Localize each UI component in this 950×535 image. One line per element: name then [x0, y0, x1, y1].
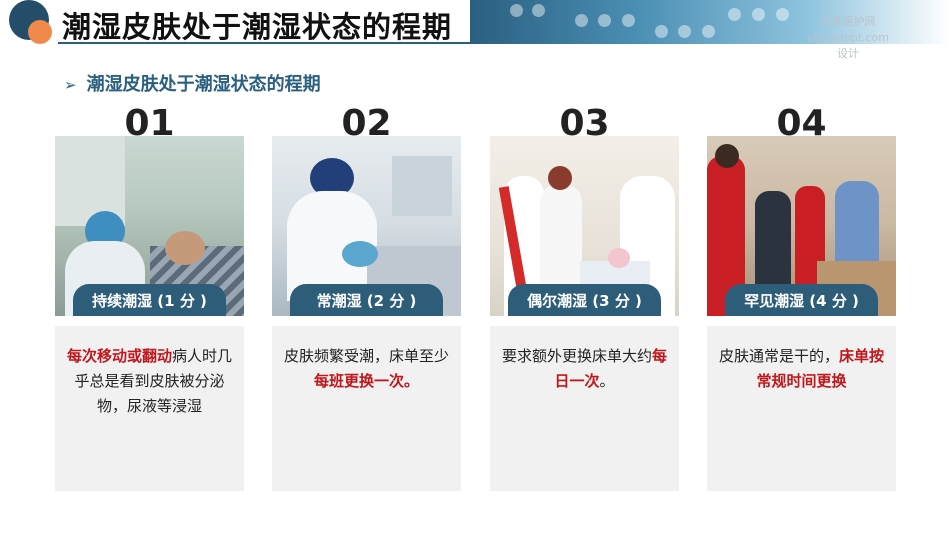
section-heading: ➢ 潮湿皮肤处于潮湿状态的程期 [64, 70, 321, 96]
card-description: 要求额外更换床单大约每日一次。 [490, 326, 679, 491]
watermark: 公者医护网 yiyuanppt.com 设计 [800, 14, 896, 62]
watermark-line: yiyuanppt.com [806, 31, 890, 44]
card-number: 01 [124, 103, 175, 144]
card-label: 持续潮湿 (1 分 ) [73, 284, 226, 316]
desc-highlight: 每班更换一次。 [313, 372, 419, 390]
card-label: 偶尔潮湿 (3 分 ) [508, 284, 661, 316]
desc-text: 皮肤频繁受潮，床单至少 [283, 347, 449, 365]
card-description: 皮肤频繁受潮，床单至少每班更换一次。 [272, 326, 461, 491]
logo-circle-orange [28, 20, 52, 44]
section-heading-text: 潮湿皮肤处于潮湿状态的程期 [86, 74, 321, 95]
card-label: 罕见潮湿 (4 分 ) [725, 284, 878, 316]
title-underline [58, 42, 478, 44]
card-photo: 偶尔潮湿 (3 分 ) [490, 136, 679, 316]
card-number: 02 [341, 103, 392, 144]
arrow-bullet-icon: ➢ [64, 76, 77, 94]
watermark-line: 公者医护网 [820, 15, 876, 28]
card-photo: 持续潮湿 (1 分 ) [55, 136, 244, 316]
watermark-line: 设计 [837, 47, 859, 60]
card-label: 常潮湿 (2 分 ) [290, 284, 443, 316]
card-photo: 常潮湿 (2 分 ) [272, 136, 461, 316]
desc-text: 要求额外更换床单大约 [501, 347, 652, 365]
card-description: 每次移动或翻动病人时几乎总是看到皮肤被分泌物，尿液等浸湿 [55, 326, 244, 491]
card-photo: 罕见潮湿 (4 分 ) [707, 136, 896, 316]
card-description: 皮肤通常是干的，床单按常规时间更换 [707, 326, 896, 491]
card-number: 03 [559, 103, 610, 144]
card-number: 04 [776, 103, 827, 144]
desc-highlight: 每次移动或翻动 [66, 347, 172, 365]
desc-text: 皮肤通常是干的， [718, 347, 839, 365]
page-title: 潮湿皮肤处于潮湿状态的程期 [62, 10, 453, 44]
desc-text: 。 [599, 372, 615, 390]
